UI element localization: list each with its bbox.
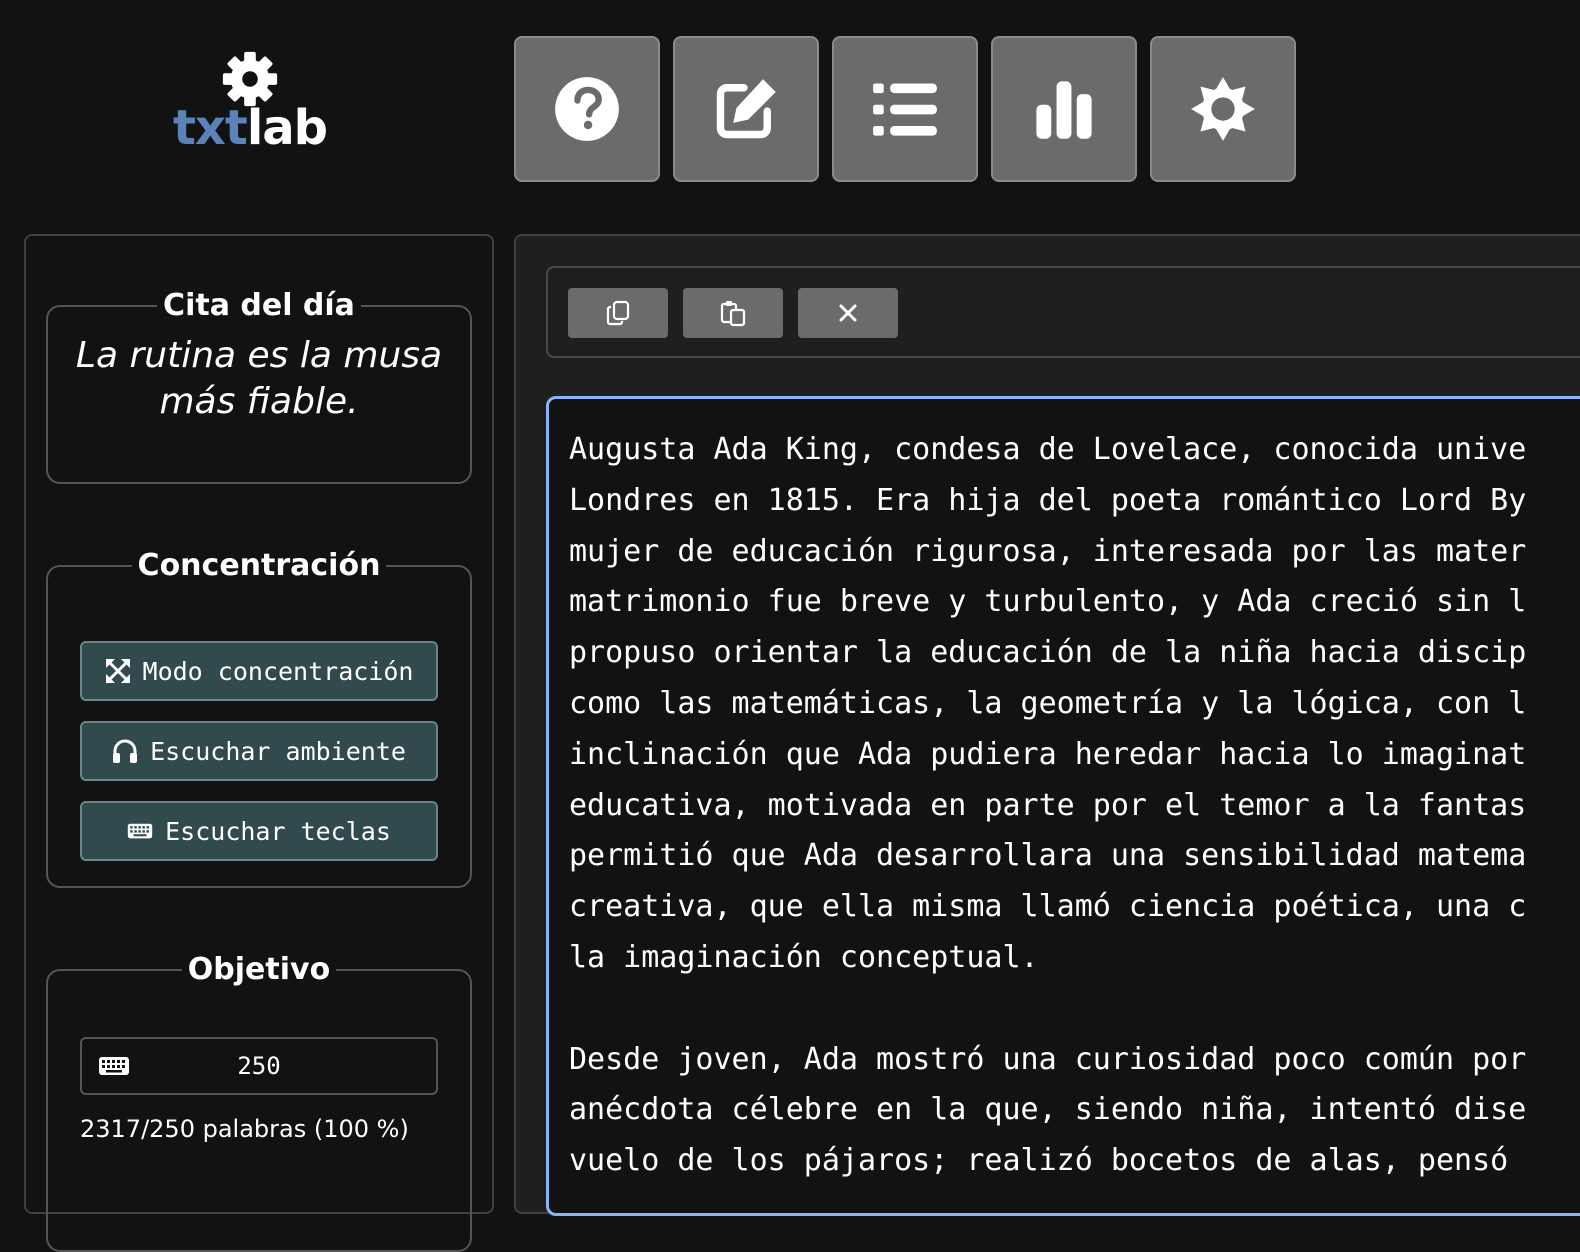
keyboard-icon xyxy=(127,823,153,839)
app-logo: txtlab xyxy=(170,48,330,152)
paste-button[interactable] xyxy=(683,288,783,338)
help-icon xyxy=(555,77,619,141)
editor-toolbar xyxy=(546,266,1580,358)
focus-mode-label: Modo concentración xyxy=(142,656,414,686)
editor-panel: Augusta Ada King, condesa de Lovelace, c… xyxy=(514,234,1580,1216)
quote-text: La rutina es la musa más fiable. xyxy=(75,335,443,422)
word-goal-value: 250 xyxy=(237,1052,281,1080)
list-button[interactable] xyxy=(832,36,978,182)
quote-legend: Cita del día xyxy=(163,288,355,323)
focus-mode-button[interactable]: Modo concentración xyxy=(80,641,438,701)
clear-icon xyxy=(839,304,857,322)
sidebar: Cita del día La rutina es la musa más fi… xyxy=(24,234,494,1252)
copy-icon xyxy=(606,300,630,326)
editor-line: Desde joven, Ada mostró una curiosidad p… xyxy=(569,1041,1527,1077)
focus-legend: Concentración xyxy=(137,548,381,583)
copy-button[interactable] xyxy=(568,288,668,338)
editor-line: matrimonio fue breve y turbulento, y Ada… xyxy=(569,584,1527,620)
help-button[interactable] xyxy=(514,36,660,182)
text-editor[interactable]: Augusta Ada King, condesa de Lovelace, c… xyxy=(546,396,1580,1216)
stats-button[interactable] xyxy=(991,36,1137,182)
editor-line: creativa, que ella misma llamó ciencia p… xyxy=(569,889,1527,925)
editor-line: inclinación que Ada pudiera heredar haci… xyxy=(569,736,1527,772)
editor-line: permitió que Ada desarrollara una sensib… xyxy=(569,838,1527,874)
quote-box: Cita del día La rutina es la musa más fi… xyxy=(46,288,472,484)
editor-line: mujer de educación rigurosa, interesada … xyxy=(569,533,1527,569)
ambient-sound-label: Escuchar ambiente xyxy=(150,736,406,766)
editor-line: propuso orientar la educación de la niña… xyxy=(569,635,1527,671)
editor-line: Londres en 1815. Era hija del poeta romá… xyxy=(569,482,1527,518)
headphones-icon xyxy=(113,739,138,763)
word-goal-input[interactable]: 250 xyxy=(80,1037,438,1095)
stats-icon xyxy=(1036,81,1092,139)
theme-icon xyxy=(1191,77,1255,141)
clear-button[interactable] xyxy=(798,288,898,338)
ambient-sound-button[interactable]: Escuchar ambiente xyxy=(80,721,438,781)
editor-line: vuelo de los pájaros; realizó bocetos de… xyxy=(569,1143,1509,1179)
goal-progress-text: 2317/250 palabras (100 %) xyxy=(80,1115,409,1143)
editor-line: educativa, motivada en parte por el temo… xyxy=(569,787,1527,823)
edit-icon xyxy=(716,79,776,139)
edit-button[interactable] xyxy=(673,36,819,182)
editor-line: como las matemáticas, la geometría y la … xyxy=(569,685,1527,721)
key-sound-button[interactable]: Escuchar teclas xyxy=(80,801,438,861)
goal-legend: Objetivo xyxy=(187,952,331,987)
paste-icon xyxy=(720,301,746,327)
keyboard-icon xyxy=(99,1057,129,1075)
app-name: txtlab xyxy=(170,104,330,152)
goal-box: Objetivo 250 2317/250 palabras (100 %) xyxy=(46,952,472,1252)
focus-mode-icon xyxy=(105,659,130,683)
theme-button[interactable] xyxy=(1150,36,1296,182)
editor-line: la imaginación conceptual. xyxy=(569,939,1039,975)
focus-box: Concentración Modo concentración Escucha… xyxy=(46,548,472,888)
app-name-part1: txt xyxy=(172,100,248,156)
list-icon xyxy=(873,83,937,136)
editor-line: anécdota célebre en la que, siendo niña,… xyxy=(569,1092,1527,1128)
app-name-part2: lab xyxy=(246,100,328,156)
editor-line: Augusta Ada King, condesa de Lovelace, c… xyxy=(569,432,1527,467)
editor-content[interactable]: Augusta Ada King, condesa de Lovelace, c… xyxy=(569,425,1580,1187)
key-sound-label: Escuchar teclas xyxy=(165,816,391,846)
